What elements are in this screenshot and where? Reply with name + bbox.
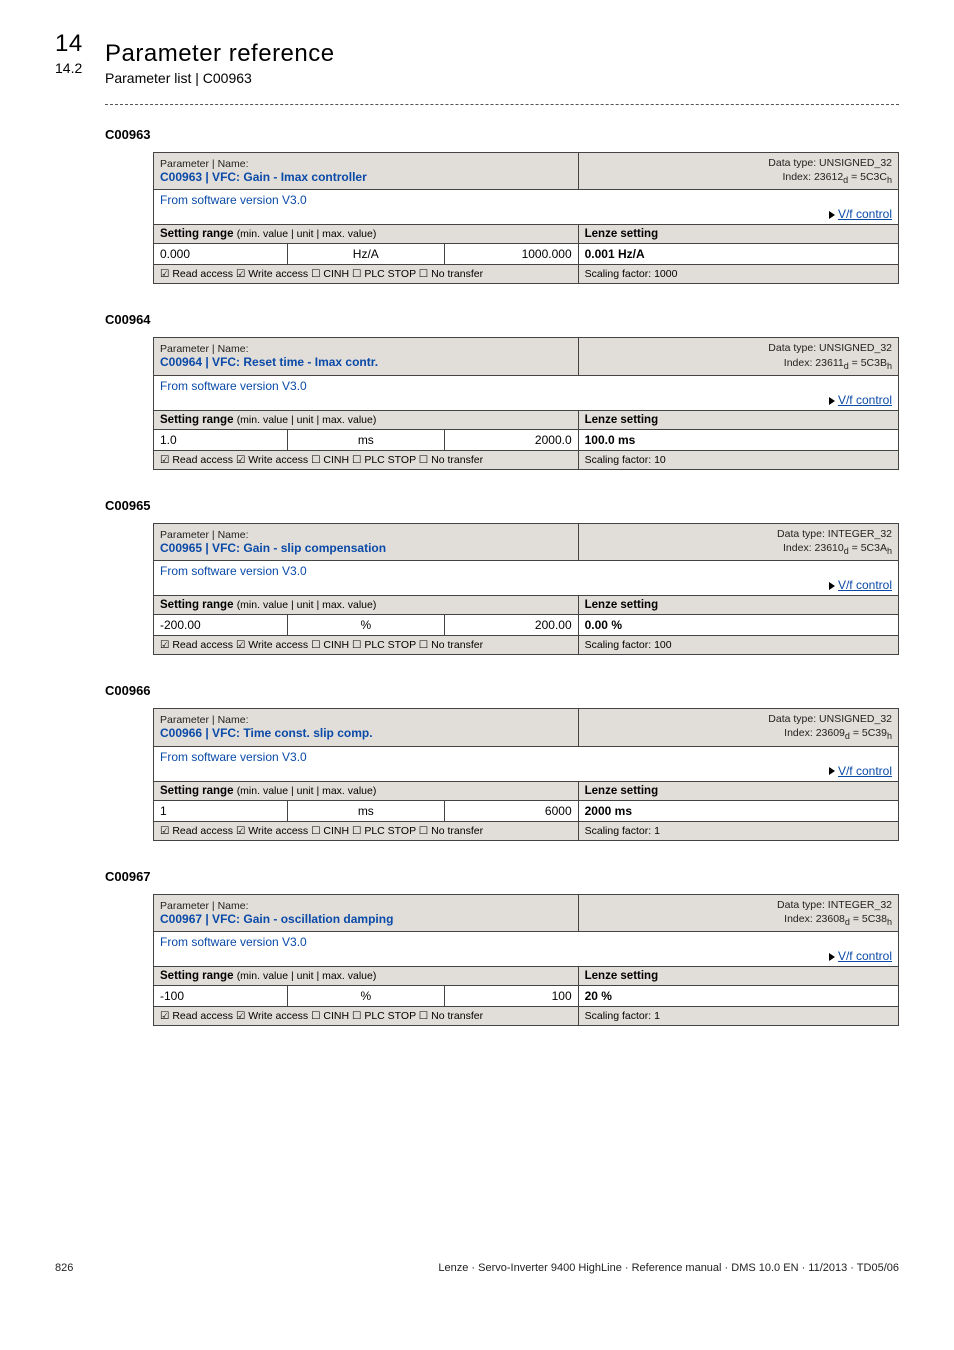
parameter-table: Parameter | Name: C00963 | VFC: Gain - I… [153,152,899,284]
min-value: -200.00 [154,615,288,636]
lenze-value: 0.00 % [578,615,898,636]
scaling-factor: Scaling factor: 1 [578,1007,898,1026]
param-label: Parameter | Name: [160,343,249,355]
min-value: 1.0 [154,429,288,450]
setting-range-sub: (min. value | unit | max. value) [237,970,377,982]
param-name: C00964 | VFC: Reset time - Imax contr. [160,355,378,369]
footer-text: Lenze · Servo-Inverter 9400 HighLine · R… [438,1262,899,1274]
access-flags: ☑ Read access ☑ Write access ☐ CINH ☐ PL… [154,450,579,469]
section-code: C00964 [105,312,899,327]
vf-control-link[interactable]: V/f control [838,949,892,963]
software-version: From software version V3.0 [160,564,307,578]
param-name: C00963 | VFC: Gain - Imax controller [160,170,367,184]
parameter-table: Parameter | Name: C00967 | VFC: Gain - o… [153,894,899,1026]
setting-range-label: Setting range [160,414,233,426]
scaling-factor: Scaling factor: 100 [578,636,898,655]
param-label: Parameter | Name: [160,158,249,170]
software-version: From software version V3.0 [160,193,307,207]
param-index: Index: 23608d = 5C38h [784,913,892,925]
chapter-title: Parameter reference [105,40,899,68]
setting-range-sub: (min. value | unit | max. value) [237,785,377,797]
lenze-setting-label: Lenze setting [578,410,898,429]
section-code: C00967 [105,869,899,884]
page-number: 826 [55,1262,73,1274]
param-name: C00966 | VFC: Time const. slip comp. [160,726,373,740]
lenze-value: 100.0 ms [578,429,898,450]
max-value: 6000 [444,800,578,821]
lenze-setting-label: Lenze setting [578,967,898,986]
lenze-value: 20 % [578,986,898,1007]
data-type: Data type: UNSIGNED_32 [768,713,892,725]
software-version: From software version V3.0 [160,379,307,393]
access-flags: ☑ Read access ☑ Write access ☐ CINH ☐ PL… [154,265,579,284]
access-flags: ☑ Read access ☑ Write access ☐ CINH ☐ PL… [154,821,579,840]
scaling-factor: Scaling factor: 10 [578,450,898,469]
divider [105,104,899,105]
lenze-setting-label: Lenze setting [578,596,898,615]
software-version: From software version V3.0 [160,750,307,764]
max-value: 200.00 [444,615,578,636]
access-flags: ☑ Read access ☑ Write access ☐ CINH ☐ PL… [154,636,579,655]
lenze-value: 0.001 Hz/A [578,244,898,265]
arrow-right-icon [829,767,835,775]
software-version: From software version V3.0 [160,935,307,949]
section-title: Parameter list | C00963 [105,70,899,86]
parameter-table: Parameter | Name: C00966 | VFC: Time con… [153,708,899,840]
vf-control-link[interactable]: V/f control [838,764,892,778]
param-index: Index: 23612d = 5C3Ch [782,171,892,183]
min-value: 1 [154,800,288,821]
setting-range-label: Setting range [160,970,233,982]
unit-value: ms [288,429,444,450]
access-flags: ☑ Read access ☑ Write access ☐ CINH ☐ PL… [154,1007,579,1026]
unit-value: % [288,615,444,636]
setting-range-sub: (min. value | unit | max. value) [237,599,377,611]
chapter-number: 14 [55,30,83,58]
unit-value: % [288,986,444,1007]
param-label: Parameter | Name: [160,714,249,726]
data-type: Data type: INTEGER_32 [777,528,892,540]
arrow-right-icon [829,397,835,405]
setting-range-label: Setting range [160,228,233,240]
param-index: Index: 23609d = 5C39h [784,727,892,739]
vf-control-link[interactable]: V/f control [838,393,892,407]
section-code: C00963 [105,127,899,142]
param-label: Parameter | Name: [160,529,249,541]
scaling-factor: Scaling factor: 1000 [578,265,898,284]
lenze-setting-label: Lenze setting [578,781,898,800]
arrow-right-icon [829,953,835,961]
data-type: Data type: UNSIGNED_32 [768,157,892,169]
param-label: Parameter | Name: [160,900,249,912]
setting-range-sub: (min. value | unit | max. value) [237,414,377,426]
min-value: -100 [154,986,288,1007]
data-type: Data type: INTEGER_32 [777,899,892,911]
section-code: C00965 [105,498,899,513]
section-number: 14.2 [55,60,82,76]
vf-control-link[interactable]: V/f control [838,578,892,592]
max-value: 1000.000 [444,244,578,265]
setting-range-label: Setting range [160,599,233,611]
unit-value: Hz/A [288,244,444,265]
data-type: Data type: UNSIGNED_32 [768,342,892,354]
page-footer: 826 Lenze · Servo-Inverter 9400 HighLine… [55,1262,899,1274]
lenze-setting-label: Lenze setting [578,225,898,244]
vf-control-link[interactable]: V/f control [838,207,892,221]
param-index: Index: 23611d = 5C3Bh [784,357,892,369]
param-name: C00965 | VFC: Gain - slip compensation [160,541,386,555]
setting-range-label: Setting range [160,785,233,797]
max-value: 100 [444,986,578,1007]
max-value: 2000.0 [444,429,578,450]
lenze-value: 2000 ms [578,800,898,821]
param-index: Index: 23610d = 5C3Ah [783,542,892,554]
arrow-right-icon [829,582,835,590]
parameter-table: Parameter | Name: C00965 | VFC: Gain - s… [153,523,899,655]
unit-value: ms [288,800,444,821]
arrow-right-icon [829,211,835,219]
min-value: 0.000 [154,244,288,265]
param-name: C00967 | VFC: Gain - oscillation damping [160,912,393,926]
setting-range-sub: (min. value | unit | max. value) [237,228,377,240]
scaling-factor: Scaling factor: 1 [578,821,898,840]
section-code: C00966 [105,683,899,698]
parameter-table: Parameter | Name: C00964 | VFC: Reset ti… [153,337,899,469]
